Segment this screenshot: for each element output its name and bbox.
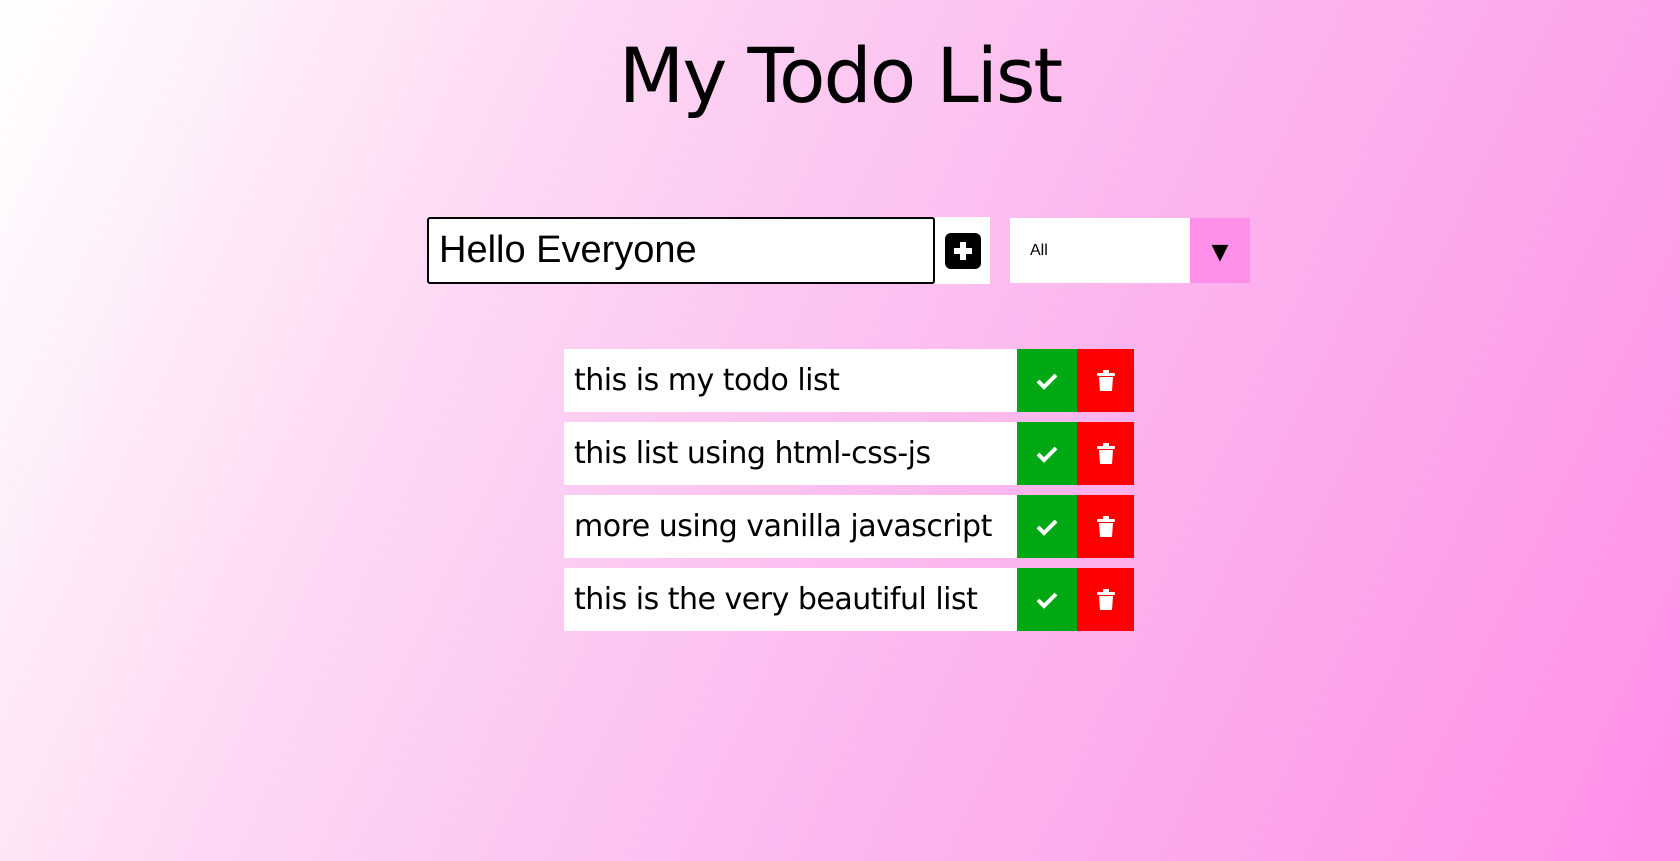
trash-icon	[1096, 515, 1115, 537]
trash-icon	[1096, 442, 1115, 464]
delete-button[interactable]	[1077, 422, 1134, 485]
chevron-down-icon[interactable]: ▼	[1190, 218, 1250, 283]
todo-text: more using vanilla javascript	[574, 509, 992, 544]
check-icon	[1036, 519, 1058, 536]
page-title: My Todo List	[618, 31, 1063, 120]
todo-item: more using vanilla javascript	[564, 495, 1134, 558]
trash-icon	[1096, 588, 1115, 610]
add-todo-button[interactable]	[935, 217, 990, 284]
todo-item: this list using html-css-js	[564, 422, 1134, 485]
complete-button[interactable]	[1017, 349, 1077, 412]
todo-item: this is the very beautiful list	[564, 568, 1134, 631]
todo-form	[427, 217, 990, 284]
filter-selected-value: All	[1030, 241, 1048, 259]
plus-square-icon	[944, 232, 981, 269]
check-icon	[1036, 592, 1058, 609]
filter-select[interactable]: All ▼	[1010, 218, 1250, 283]
delete-button[interactable]	[1077, 568, 1134, 631]
trash-icon	[1096, 369, 1115, 391]
todo-text: this is my todo list	[574, 363, 840, 398]
delete-button[interactable]	[1077, 495, 1134, 558]
check-icon	[1036, 373, 1058, 390]
check-icon	[1036, 446, 1058, 463]
todo-list: this is my todo list this list using htm…	[564, 349, 1134, 641]
complete-button[interactable]	[1017, 568, 1077, 631]
delete-button[interactable]	[1077, 349, 1134, 412]
todo-item: this is my todo list	[564, 349, 1134, 412]
todo-input[interactable]	[427, 217, 935, 284]
todo-text: this is the very beautiful list	[574, 582, 978, 617]
complete-button[interactable]	[1017, 422, 1077, 485]
todo-text: this list using html-css-js	[574, 436, 931, 471]
complete-button[interactable]	[1017, 495, 1077, 558]
